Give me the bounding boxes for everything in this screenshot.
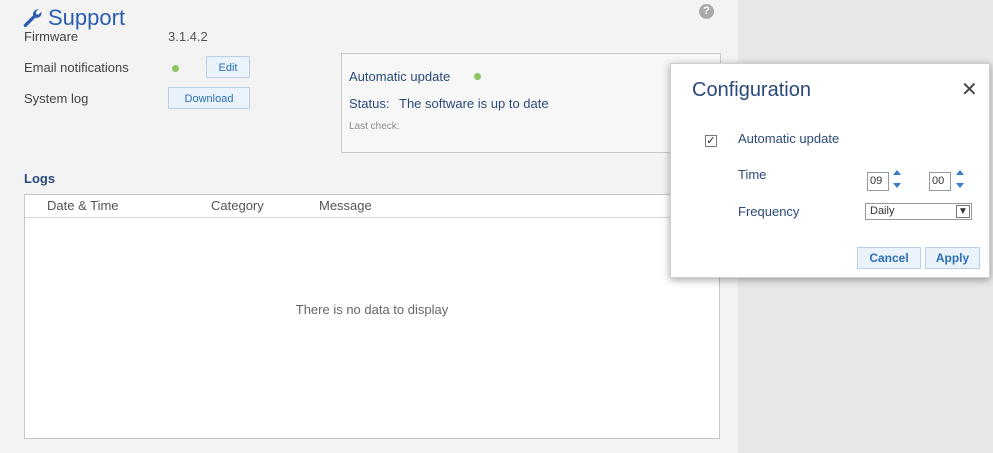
- empty-state-text: There is no data to display: [295, 302, 449, 317]
- column-date-time[interactable]: Date & Time: [47, 198, 119, 213]
- status-value: The software is up to date: [399, 96, 549, 111]
- logs-title: Logs: [24, 171, 56, 186]
- logs-table: Date & Time Category Message There is no…: [24, 194, 720, 439]
- dialog-title: Configuration: [692, 79, 811, 101]
- edit-button[interactable]: Edit: [206, 56, 250, 78]
- chevron-down-icon[interactable]: ▼: [956, 205, 970, 218]
- logs-header: Date & Time Category Message: [25, 195, 719, 218]
- status-label: Status:: [349, 96, 390, 111]
- automatic-update-label: Automatic update: [738, 131, 840, 146]
- main-panel: Support ? Firmware 3.1.4.2 Email notific…: [0, 0, 738, 453]
- email-status-dot: [172, 65, 179, 72]
- wrench-icon: [23, 8, 42, 28]
- frequency-label: Frequency: [738, 204, 800, 219]
- apply-button[interactable]: Apply: [925, 247, 980, 269]
- time-label: Time: [738, 167, 767, 182]
- automatic-update-box: Automatic update Status: The software is…: [341, 53, 721, 153]
- hour-down-arrow-icon[interactable]: [893, 183, 901, 188]
- last-check-label: Last check:: [349, 121, 400, 132]
- firmware-label: Firmware: [24, 29, 79, 44]
- cancel-button[interactable]: Cancel: [857, 247, 921, 269]
- minute-up-arrow-icon[interactable]: [956, 170, 964, 175]
- minute-input[interactable]: 00: [929, 172, 951, 191]
- close-icon[interactable]: ✕: [961, 80, 978, 100]
- download-button[interactable]: Download: [168, 87, 250, 109]
- automatic-update-checkbox[interactable]: ✓: [705, 135, 717, 147]
- column-category[interactable]: Category: [211, 198, 264, 213]
- auto-update-status-dot: [474, 73, 481, 80]
- frequency-select[interactable]: Daily ▼: [865, 203, 972, 220]
- firmware-value: 3.1.4.2: [168, 29, 208, 44]
- column-message[interactable]: Message: [319, 198, 372, 213]
- hour-up-arrow-icon[interactable]: [893, 170, 901, 175]
- configuration-dialog: Configuration ✕ ✓ Automatic update Time …: [670, 63, 990, 278]
- hour-input[interactable]: 09: [867, 172, 889, 191]
- page-title: Support: [48, 5, 126, 30]
- system-log-label: System log: [24, 91, 89, 106]
- help-icon[interactable]: ?: [699, 4, 714, 19]
- title-row: Support: [22, 5, 125, 31]
- minute-down-arrow-icon[interactable]: [956, 183, 964, 188]
- frequency-value: Daily: [870, 205, 895, 217]
- automatic-update-title: Automatic update: [349, 69, 451, 84]
- email-notifications-label: Email notifications: [24, 60, 129, 75]
